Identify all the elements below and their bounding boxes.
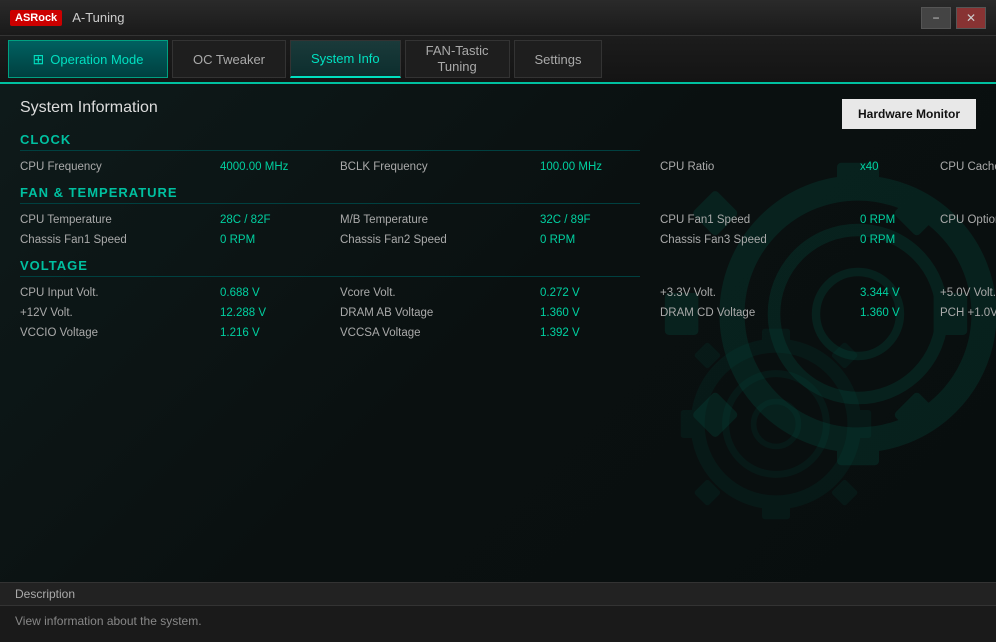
- logo-area: ASRock A-Tuning: [10, 10, 124, 26]
- fan-temp-section-header: FAN & TEMPERATURE: [20, 185, 640, 204]
- cpu-cache-ratio-label: CPU Cache Ratio: [940, 159, 996, 175]
- tab-settings[interactable]: Settings: [514, 40, 603, 78]
- vcore-volt-value: 0.272 V: [540, 285, 660, 301]
- app-title: A-Tuning: [72, 10, 124, 25]
- minimize-button[interactable]: −: [921, 7, 951, 29]
- mb-temp-label: M/B Temperature: [340, 212, 540, 228]
- tab-settings-label: Settings: [535, 52, 582, 67]
- chassis-fan1-label: Chassis Fan1 Speed: [20, 232, 220, 248]
- cpu-fan1-label: CPU Fan1 Speed: [660, 212, 860, 228]
- tab-fan-tastic[interactable]: FAN-TasticTuning: [405, 40, 510, 78]
- fan-temp-grid: CPU Temperature 28C / 82F M/B Temperatur…: [20, 212, 640, 248]
- vcore-volt-label: Vcore Volt.: [340, 285, 540, 301]
- cpu-input-volt-label: CPU Input Volt.: [20, 285, 220, 301]
- bclk-freq-label: BCLK Frequency: [340, 159, 540, 175]
- cpu-freq-label: CPU Frequency: [20, 159, 220, 175]
- 12v-volt-label: +12V Volt.: [20, 305, 220, 321]
- close-button[interactable]: ✕: [956, 7, 986, 29]
- dram-ab-value: 1.360 V: [540, 305, 660, 321]
- dram-ab-label: DRAM AB Voltage: [340, 305, 540, 321]
- voltage-section-header: VOLTAGE: [20, 258, 640, 277]
- cpu-fan1-value: 0 RPM: [860, 212, 940, 228]
- description-text: View information about the system.: [0, 606, 996, 636]
- fan-empty-label: [940, 232, 996, 248]
- cpu-temp-label: CPU Temperature: [20, 212, 220, 228]
- asrock-logo: ASRock: [10, 10, 62, 26]
- mb-temp-value: 32C / 89F: [540, 212, 660, 228]
- tab-oc-tweaker-label: OC Tweaker: [193, 52, 265, 67]
- cpu-ratio-label: CPU Ratio: [660, 159, 860, 175]
- chassis-fan3-label: Chassis Fan3 Speed: [660, 232, 860, 248]
- voltage-grid: CPU Input Volt. 0.688 V Vcore Volt. 0.27…: [20, 285, 640, 341]
- 33v-volt-value: 3.344 V: [860, 285, 940, 301]
- clock-section-header: CLOCK: [20, 132, 640, 151]
- grid-icon: ⊞: [33, 51, 45, 68]
- pch-10v-label: PCH +1.0V Voltage: [940, 305, 996, 321]
- titlebar: ASRock A-Tuning − ✕: [0, 0, 996, 36]
- 50v-volt-label: +5.0V Volt.: [940, 285, 996, 301]
- description-area: Description View information about the s…: [0, 582, 996, 642]
- cpu-opt-fan-label: CPU Optional Fan Speed: [940, 212, 996, 228]
- vccsa-value: 1.392 V: [540, 325, 660, 341]
- vccsa-label: VCCSA Voltage: [340, 325, 540, 341]
- chassis-fan2-value: 0 RPM: [540, 232, 660, 248]
- vccio-value: 1.216 V: [220, 325, 340, 341]
- hardware-monitor-button[interactable]: Hardware Monitor: [842, 99, 976, 129]
- main-content: Hardware Monitor System Information CLOC…: [0, 84, 996, 582]
- sysinfo-panel: System Information CLOCK CPU Frequency 4…: [0, 84, 660, 364]
- window-controls: − ✕: [921, 7, 986, 29]
- cpu-temp-value: 28C / 82F: [220, 212, 340, 228]
- chassis-fan1-value: 0 RPM: [220, 232, 340, 248]
- cpu-ratio-value: x40: [860, 159, 940, 175]
- tab-fan-tastic-label: FAN-TasticTuning: [426, 43, 489, 74]
- 12v-volt-value: 12.288 V: [220, 305, 340, 321]
- gear-decoration-2: [636, 284, 916, 564]
- tab-operation-mode[interactable]: ⊞ Operation Mode: [8, 40, 168, 78]
- dram-cd-label: DRAM CD Voltage: [660, 305, 860, 321]
- cpu-freq-value: 4000.00 MHz: [220, 159, 340, 175]
- tab-system-info-label: System Info: [311, 51, 380, 66]
- cpu-input-volt-value: 0.688 V: [220, 285, 340, 301]
- chassis-fan2-label: Chassis Fan2 Speed: [340, 232, 540, 248]
- clock-grid: CPU Frequency 4000.00 MHz BCLK Frequency…: [20, 159, 640, 175]
- tab-operation-mode-label: Operation Mode: [50, 52, 143, 67]
- tab-system-info[interactable]: System Info: [290, 40, 401, 78]
- chassis-fan3-value: 0 RPM: [860, 232, 940, 248]
- nav-tabs: ⊞ Operation Mode OC Tweaker System Info …: [0, 36, 996, 84]
- vccio-label: VCCIO Voltage: [20, 325, 220, 341]
- description-title: Description: [0, 583, 996, 606]
- bclk-freq-value: 100.00 MHz: [540, 159, 660, 175]
- tab-oc-tweaker[interactable]: OC Tweaker: [172, 40, 286, 78]
- page-title: System Information: [20, 99, 640, 117]
- 33v-volt-label: +3.3V Volt.: [660, 285, 860, 301]
- dram-cd-value: 1.360 V: [860, 305, 940, 321]
